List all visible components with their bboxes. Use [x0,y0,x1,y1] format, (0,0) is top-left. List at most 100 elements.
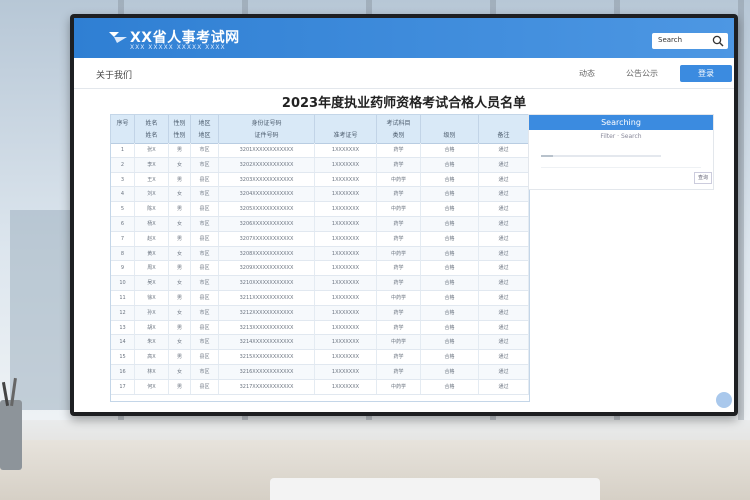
table-cell: 何X [135,379,169,394]
header-label: 考试科目 [386,120,411,127]
login-button[interactable]: 登录 [680,65,732,82]
table-cell: 14 [111,335,135,350]
table-row[interactable]: 5 陈X 男县区 3205XXXXXXXXXXXX 1XXXXXXX 中药学 合格 通过 [111,202,529,217]
table-row[interactable]: 1 张X 男市区 3201XXXXXXXXXXXX 1XXXXXXX 药学 合格 通过 [111,143,529,158]
table-row[interactable]: 6 杨X 女市区 3206XXXXXXXXXXXX 1XXXXXXX 药学 合格 通过 [111,216,529,232]
table-row[interactable]: 3 王X 男县区 3203XXXXXXXXXXXX 1XXXXXXX 中药学 合格 通过 [111,172,529,188]
page-title: 2023年度执业药师资格考试合格人员名单 [281,96,527,111]
table-cell: 3203XXXXXXXXXXXX [219,172,315,187]
table-row[interactable]: 11 徐X 男县区 3211XXXXXXXXXXXX 1XXXXXXX 中药学 合格 通过 [111,290,529,306]
table-cell: 男 [169,202,191,217]
table-cell: 通过 [479,231,529,246]
table-cell: 8 [111,246,135,261]
table-cell: 男 [169,261,191,276]
table-cell: 通过 [479,172,529,187]
table-cell: 男 [169,172,191,187]
table-cell: 3205XXXXXXXXXXXX [219,202,315,217]
search-input[interactable]: Search [652,33,728,49]
table-cell: 3212XXXXXXXXXXXX [219,305,315,320]
table-cell: 市区 [191,143,219,157]
header-sublabel: 性别 [173,132,186,139]
table-row[interactable]: 13 胡X 男县区 3213XXXXXXXXXXXX 1XXXXXXX 药学 合格 通过 [111,320,529,336]
header-sublabel: 备注 [497,132,510,139]
table-cell: 3214XXXXXXXXXXXX [219,335,315,350]
browser-screen: XX省人事考试网 XXX XXXXX XXXXX XXXX Search 关于我… [74,18,734,412]
table-cell: 1XXXXXXX [315,246,377,261]
table-cell: 药学 [377,216,421,231]
table-cell: 合格 [421,350,479,365]
table-cell: 朱X [135,335,169,350]
header-sublabel: 地区 [198,132,211,139]
table-cell: 合格 [421,143,479,157]
logo-icon [109,32,127,43]
table-cell: 合格 [421,187,479,202]
table-cell: 3202XXXXXXXXXXXX [219,157,315,172]
table-cell: 刘X [135,187,169,202]
table-cell: 市区 [191,335,219,350]
table-cell: 合格 [421,379,479,394]
table-row[interactable]: 8 黄X 女市区 3208XXXXXXXXXXXX 1XXXXXXX 中药学 合格 通过 [111,246,529,262]
table-cell: 女 [169,157,191,172]
table-cell: 县区 [191,350,219,365]
table-row[interactable]: 16 林X 女市区 3216XXXXXXXXXXXX 1XXXXXXX 药学 合格 通过 [111,364,529,380]
table-cell: 女 [169,305,191,320]
table-cell: 吴X [135,276,169,291]
table-cell: 县区 [191,172,219,187]
table-cell: 通过 [479,202,529,217]
table-cell: 男 [169,231,191,246]
search-icon[interactable] [712,35,724,47]
table-row[interactable]: 12 孙X 女市区 3212XXXXXXXXXXXX 1XXXXXXX 药学 合格 通过 [111,305,529,321]
nav-about-link[interactable]: 关于我们 [96,68,132,81]
table-cell: 17 [111,379,135,394]
table-cell: 县区 [191,290,219,305]
search-panel: Searching Filter · Search [528,114,714,190]
table-cell: 县区 [191,231,219,246]
table-cell: 男 [169,290,191,305]
table-cell: 10 [111,276,135,291]
nav-item-news[interactable]: 动态 [579,68,595,79]
table-cell: 7 [111,231,135,246]
table-cell: 通过 [479,350,529,365]
table-cell: 13 [111,320,135,335]
table-cell: 通过 [479,187,529,202]
header-label: 性别 [173,120,186,127]
header-sublabel: 证件号码 [254,132,279,139]
table-header: 序号 姓名 姓名 性别 性别 地区 地区 身份证号码 证件号码 准考证号 考试科目 类别 级别 备注 [111,115,529,144]
table-cell: 男 [169,320,191,335]
table-cell: 孙X [135,305,169,320]
table-cell: 通过 [479,276,529,291]
table-cell: 1 [111,143,135,157]
table-cell: 市区 [191,187,219,202]
table-cell: 林X [135,364,169,379]
table-row[interactable]: 14 朱X 女市区 3214XXXXXXXXXXXX 1XXXXXXX 中药学 合格 通过 [111,335,529,351]
table-cell: 通过 [479,290,529,305]
table-cell: 女 [169,276,191,291]
header-sublabel: 类别 [392,132,405,139]
query-button[interactable]: 查询 [694,172,712,184]
table-header-cell: 序号 [111,115,135,143]
table-header-cell: 级别 [421,115,479,143]
table-cell: 女 [169,187,191,202]
table-row[interactable]: 4 刘X 女市区 3204XXXXXXXXXXXX 1XXXXXXX 药学 合格 通过 [111,187,529,203]
table-cell: 县区 [191,379,219,394]
nav-item-notice[interactable]: 公告公示 [626,68,658,79]
table-cell: 3201XXXXXXXXXXXX [219,143,315,157]
table-header-cell: 备注 [479,115,529,143]
table-cell: 3210XXXXXXXXXXXX [219,276,315,291]
table-cell: 通过 [479,364,529,379]
table-cell: 4 [111,187,135,202]
table-row[interactable]: 7 赵X 男县区 3207XXXXXXXXXXXX 1XXXXXXX 药学 合格 通过 [111,231,529,247]
table-row[interactable]: 10 吴X 女市区 3210XXXXXXXXXXXX 1XXXXXXX 药学 合格 通过 [111,276,529,291]
table-cell: 合格 [421,290,479,305]
help-float-button[interactable] [716,392,732,408]
table-cell: 1XXXXXXX [315,364,377,379]
table-row[interactable]: 9 周X 男县区 3209XXXXXXXXXXXX 1XXXXXXX 药学 合格 通过 [111,261,529,277]
table-cell: 1XXXXXXX [315,305,377,320]
table-header-cell: 性别 性别 [169,115,191,143]
table-cell: 1XXXXXXX [315,231,377,246]
table-cell: 合格 [421,246,479,261]
table-row[interactable]: 17 何X 男县区 3217XXXXXXXXXXXX 1XXXXXXX 中药学 合格 通过 [111,379,529,395]
table-row[interactable]: 2 李X 女市区 3202XXXXXXXXXXXX 1XXXXXXX 药学 合格 通过 [111,157,529,173]
table-row[interactable]: 15 高X 男县区 3215XXXXXXXXXXXX 1XXXXXXX 药学 合格 通过 [111,350,529,365]
table-cell: 合格 [421,364,479,379]
